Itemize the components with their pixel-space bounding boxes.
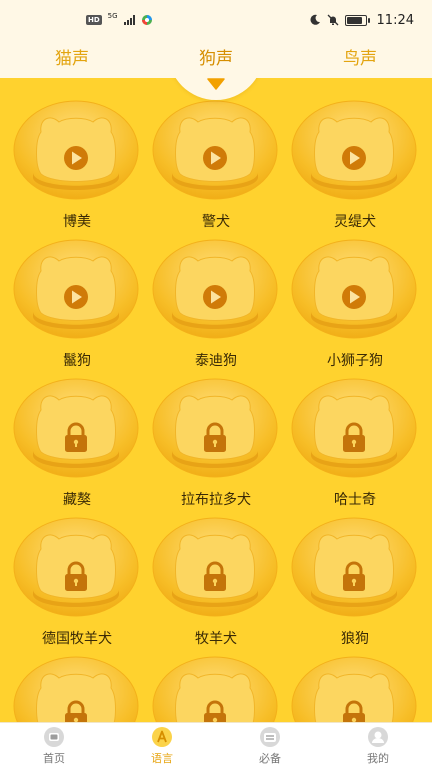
sound-item-locked[interactable]: 哈士奇	[285, 376, 425, 511]
play-icon	[64, 285, 88, 309]
status-time: 11:24	[376, 12, 414, 28]
app-status-icon	[141, 15, 152, 25]
play-sound-button[interactable]	[150, 98, 280, 202]
sound-item-locked[interactable]	[7, 654, 147, 722]
sound-name: 牧羊犬	[195, 631, 237, 647]
sound-item[interactable]: 警犬	[146, 98, 286, 233]
locked-sound-button[interactable]	[150, 376, 280, 480]
sound-name: 小狮子狗	[327, 353, 383, 369]
sound-item[interactable]: 泰迪狗	[146, 237, 286, 372]
nav-language[interactable]: 语言	[108, 726, 216, 766]
nav-essentials-label: 必备	[259, 751, 281, 765]
locked-sound-button[interactable]	[150, 515, 280, 619]
active-tab-indicator-icon	[207, 78, 225, 90]
sound-item[interactable]: 小狮子狗	[285, 237, 425, 372]
network-label: 5G	[107, 12, 118, 20]
nav-language-label: 语言	[151, 751, 173, 765]
play-sound-button[interactable]	[289, 98, 419, 202]
locked-sound-button[interactable]	[150, 654, 280, 722]
sound-item[interactable]: 博美	[7, 98, 147, 233]
tab-bird-sounds[interactable]: 鸟声	[288, 44, 432, 74]
play-icon	[342, 146, 366, 170]
tab-dog-sounds[interactable]: 狗声	[144, 44, 288, 74]
category-tabs: 猫声 狗声 鸟声	[0, 40, 432, 78]
locked-sound-button[interactable]	[289, 376, 419, 480]
sound-item-locked[interactable]: 拉布拉多犬	[146, 376, 286, 511]
sound-name: 博美	[63, 214, 91, 230]
signal-icon	[123, 15, 135, 25]
sound-item-locked[interactable]: 狼狗	[285, 515, 425, 650]
app-root: HD 5G 11:24 猫声 狗声 鸟声 博美 警犬 灵缇犬 鬣狗 泰迪狗 小狮…	[0, 0, 432, 768]
sound-name: 泰迪狗	[195, 353, 237, 369]
status-left: HD 5G	[86, 12, 153, 26]
tab-cat-sounds[interactable]: 猫声	[0, 44, 144, 74]
sound-item-locked[interactable]	[285, 654, 425, 722]
sound-name: 哈士奇	[334, 492, 376, 508]
battery-icon	[344, 14, 370, 26]
status-right: 11:24	[309, 13, 414, 28]
sound-name: 狼狗	[341, 631, 369, 647]
nav-mine[interactable]: 我的	[324, 726, 432, 766]
locked-sound-button[interactable]	[289, 515, 419, 619]
moon-icon	[310, 14, 320, 25]
mute-bell-icon	[327, 14, 338, 26]
sound-name: 德国牧羊犬	[42, 631, 112, 647]
play-sound-button[interactable]	[150, 237, 280, 341]
nav-home-label: 首页	[43, 751, 65, 765]
locked-sound-button[interactable]	[11, 515, 141, 619]
sound-name: 灵缇犬	[334, 214, 376, 230]
sound-item-locked[interactable]	[146, 654, 286, 722]
sound-name: 藏獒	[63, 492, 91, 508]
sound-name: 警犬	[202, 214, 230, 230]
play-icon	[342, 285, 366, 309]
sound-item-locked[interactable]: 牧羊犬	[146, 515, 286, 650]
sound-name: 鬣狗	[63, 353, 91, 369]
play-icon	[203, 285, 227, 309]
sound-item-locked[interactable]: 藏獒	[7, 376, 147, 511]
locked-sound-button[interactable]	[289, 654, 419, 722]
home-icon	[44, 726, 64, 747]
nav-home[interactable]: 首页	[0, 726, 108, 766]
sound-item[interactable]: 鬣狗	[7, 237, 147, 372]
sound-item[interactable]: 灵缇犬	[285, 98, 425, 233]
play-sound-button[interactable]	[289, 237, 419, 341]
play-sound-button[interactable]	[11, 237, 141, 341]
language-icon	[152, 726, 172, 747]
sound-item-locked[interactable]: 德国牧羊犬	[7, 515, 147, 650]
bottom-nav: 首页 语言 必备 我的	[0, 722, 432, 768]
sound-grid: 博美 警犬 灵缇犬鬣狗 泰迪狗 小狮子狗藏獒 拉布拉多犬 哈士奇德国牧羊犬 牧羊犬 狼狗	[0, 98, 432, 722]
play-icon	[203, 146, 227, 170]
locked-sound-button[interactable]	[11, 376, 141, 480]
nav-mine-label: 我的	[367, 751, 389, 765]
sound-name: 拉布拉多犬	[181, 492, 251, 508]
play-sound-button[interactable]	[11, 98, 141, 202]
profile-icon	[368, 726, 388, 747]
nav-essentials[interactable]: 必备	[216, 726, 324, 766]
essentials-icon	[260, 726, 280, 747]
status-bar: HD 5G 11:24	[0, 0, 432, 40]
locked-sound-button[interactable]	[11, 654, 141, 722]
play-icon	[64, 146, 88, 170]
hd-badge: HD	[86, 15, 102, 25]
